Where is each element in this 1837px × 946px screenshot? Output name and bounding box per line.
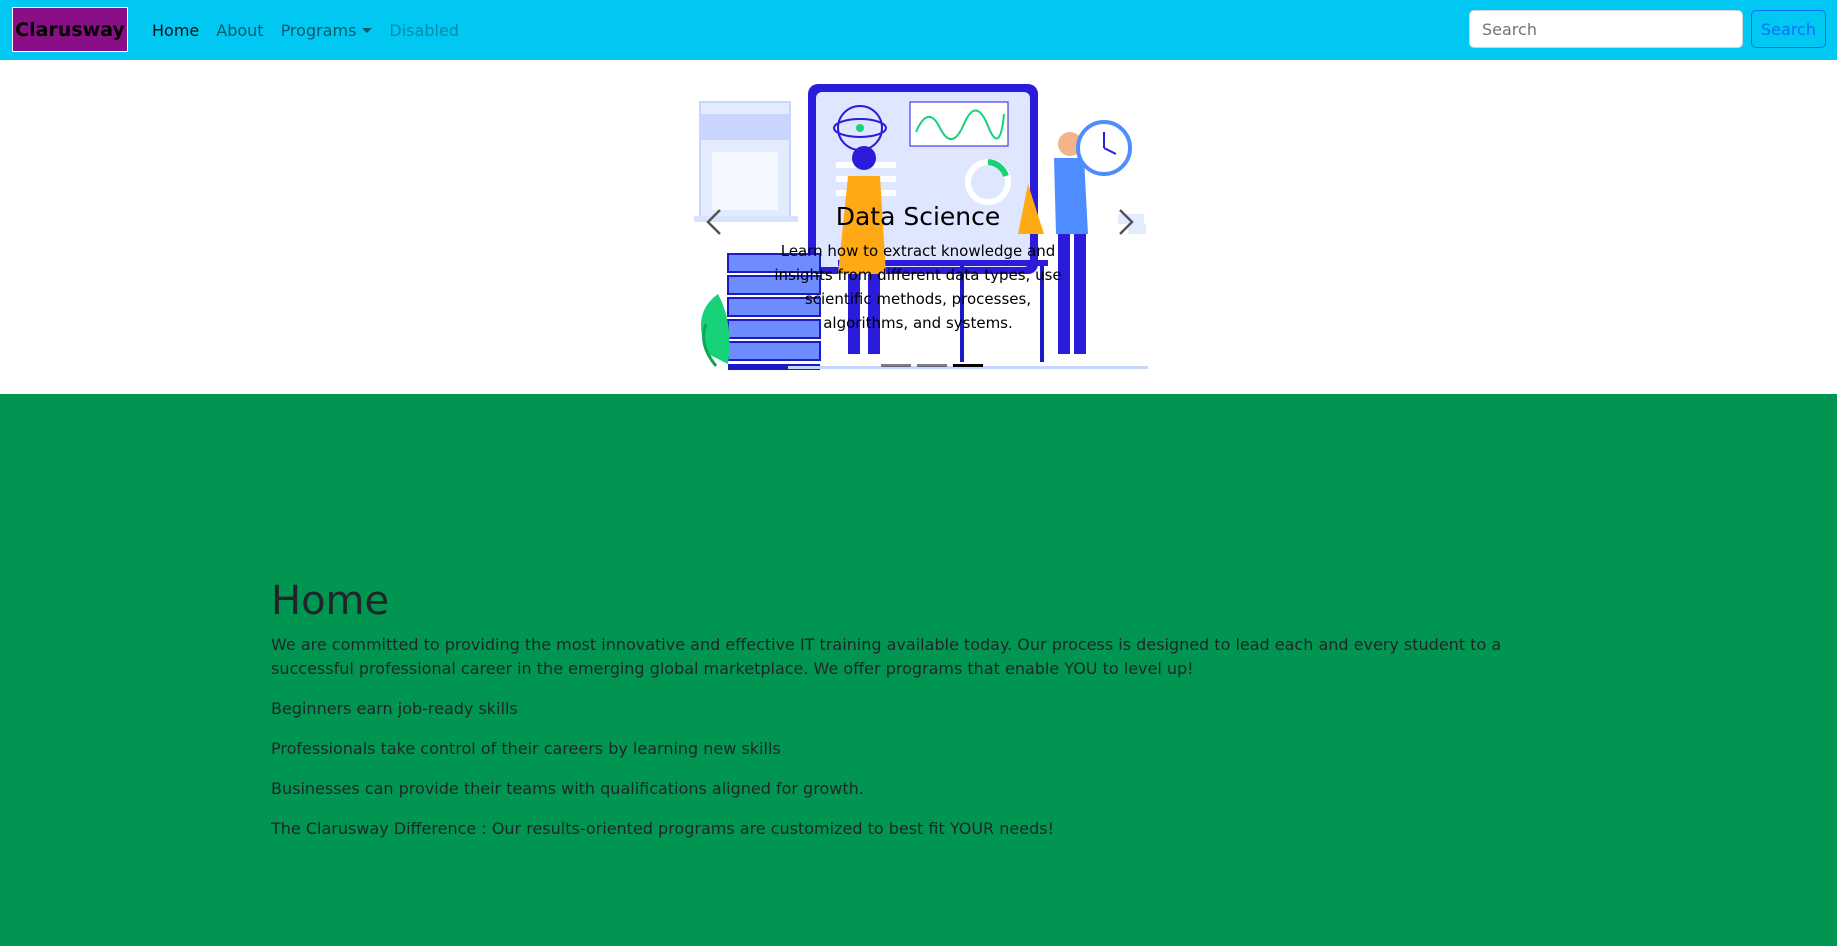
carousel: Data Science Learn how to extract knowle… <box>688 84 1148 376</box>
home-businesses: Businesses can provide their teams with … <box>271 779 864 798</box>
carousel-caption: Data Science Learn how to extract knowle… <box>768 202 1068 335</box>
nav-programs-label: Programs <box>280 20 357 40</box>
carousel-prev-button[interactable] <box>694 202 734 242</box>
navbar: Clarusway Home About Programs Disabled S… <box>0 0 1837 60</box>
home-section: Home We are committed to providing the m… <box>0 394 1837 946</box>
brand-logo[interactable]: Clarusway <box>12 7 128 52</box>
home-content: Home We are committed to providing the m… <box>271 577 1567 857</box>
home-professionals: Professionals take control of their care… <box>271 739 781 758</box>
search-button[interactable]: Search <box>1751 10 1826 48</box>
nav-home[interactable]: Home <box>152 21 199 40</box>
home-difference: The Clarusway Difference : Our results-o… <box>271 819 1054 838</box>
chevron-right-icon <box>1119 209 1134 235</box>
nav-programs-dropdown[interactable]: Programs <box>281 21 373 40</box>
nav-about[interactable]: About <box>216 21 263 40</box>
nav-links: Home About Programs Disabled <box>152 0 476 60</box>
carousel-next-button[interactable] <box>1106 202 1146 242</box>
carousel-title: Data Science <box>835 202 1001 231</box>
carousel-indicator-1[interactable] <box>881 364 911 367</box>
nav-disabled: Disabled <box>389 20 459 40</box>
search-input[interactable] <box>1469 10 1743 48</box>
home-title: Home <box>271 578 390 624</box>
carousel-indicators <box>878 364 986 367</box>
chevron-left-icon <box>706 209 721 235</box>
carousel-indicator-2[interactable] <box>917 364 947 367</box>
carousel-text: Learn how to extract knowledge and insig… <box>774 242 1062 332</box>
caret-down-icon <box>362 27 373 33</box>
carousel-indicator-3[interactable] <box>953 364 983 367</box>
home-intro: We are committed to providing the most i… <box>271 635 1502 678</box>
home-beginners: Beginners earn job-ready skills <box>271 699 518 718</box>
